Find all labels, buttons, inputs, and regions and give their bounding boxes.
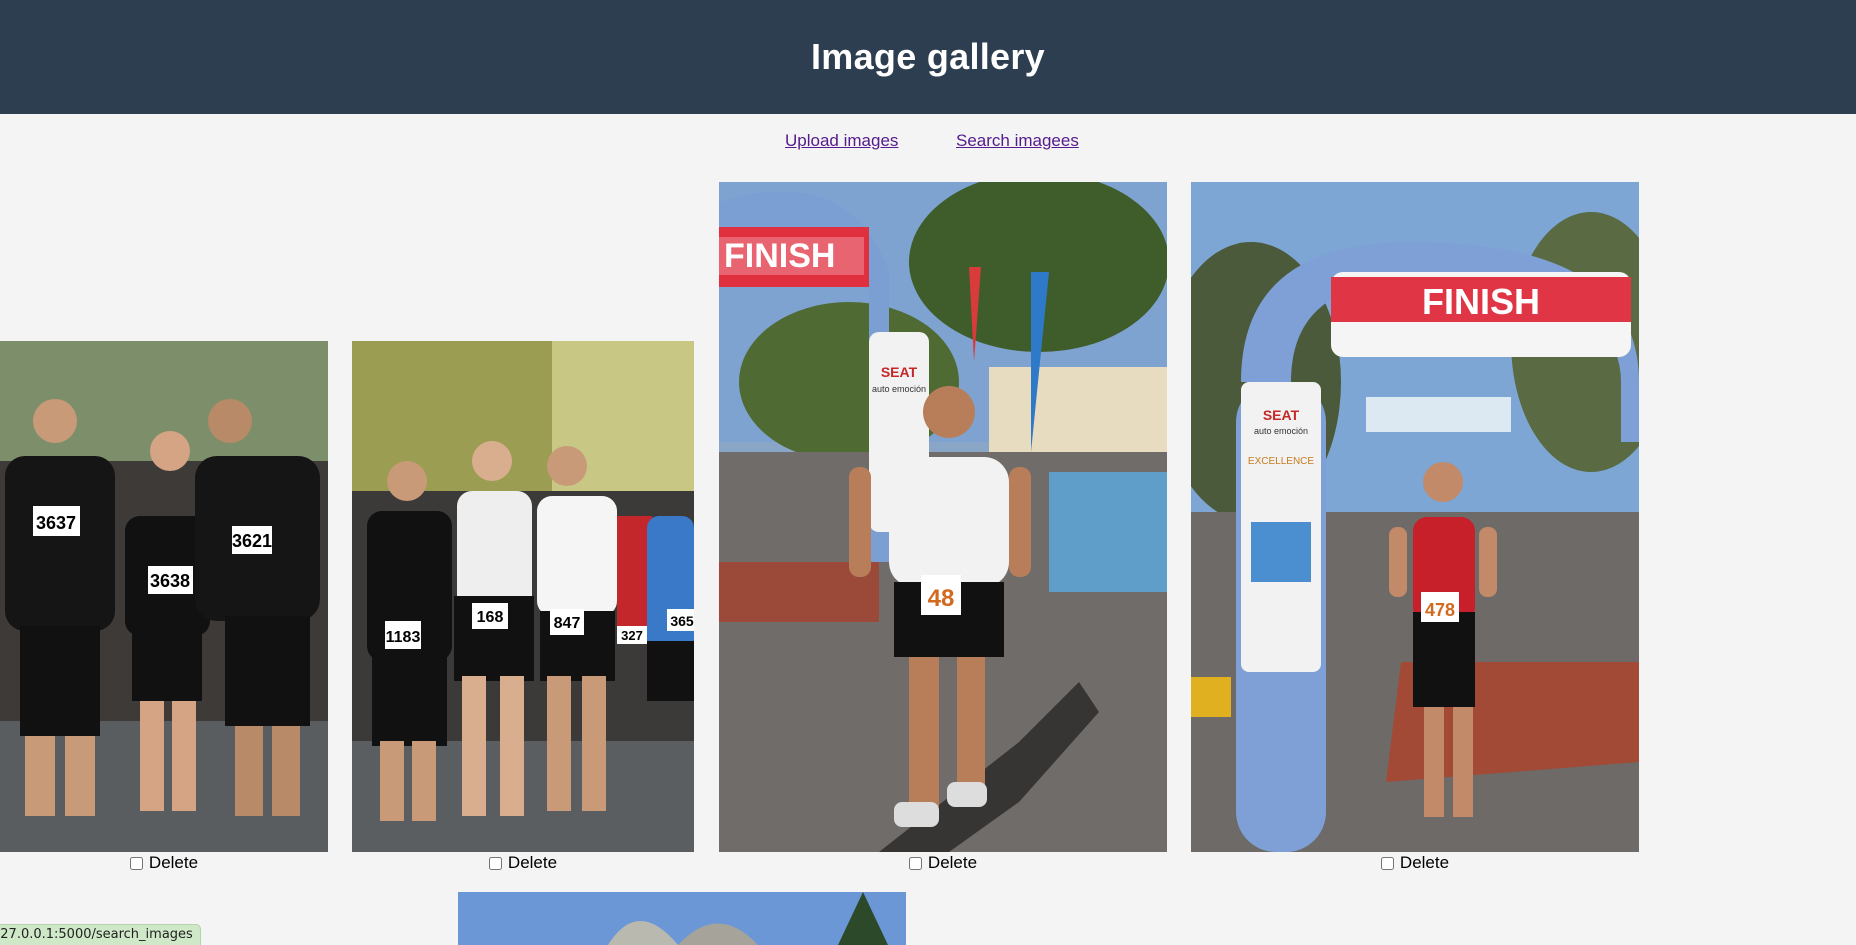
bib-number: 3621: [232, 531, 272, 551]
gallery-image[interactable]: FINISH SEAT auto emoción EXCELLENCE 478: [1191, 182, 1639, 852]
delete-row: Delete: [352, 851, 694, 875]
delete-label: Delete: [148, 853, 199, 872]
status-url: 127.0.0.1:5000/search_images: [0, 927, 193, 942]
sponsor-subtext: auto emoción: [1254, 426, 1308, 436]
delete-row: Delete: [719, 851, 1167, 875]
arch-text: FINISH: [1422, 281, 1540, 322]
bib-number: 478: [1425, 600, 1455, 620]
bib-number: 168: [477, 609, 504, 626]
gallery-image[interactable]: [458, 892, 906, 945]
bib-number: 48: [928, 585, 955, 612]
delete-checkbox[interactable]: [129, 856, 143, 870]
delete-label: Delete: [927, 853, 978, 872]
status-bar: 127.0.0.1:5000/search_images: [0, 924, 201, 945]
banner-text: EXCELLENCE: [1248, 456, 1314, 467]
bib-number: 847: [554, 615, 581, 632]
search-images-link[interactable]: Search imagees: [956, 131, 1079, 151]
bib-number: 3638: [150, 571, 190, 591]
bib-number: 1183: [386, 629, 421, 646]
page-title: Image gallery: [810, 36, 1045, 77]
sponsor-text: SEAT: [881, 364, 918, 380]
page-header: Image gallery: [0, 0, 1856, 114]
delete-checkbox[interactable]: [908, 856, 922, 870]
delete-label: Delete: [1399, 853, 1450, 872]
delete-label: Delete: [507, 853, 558, 872]
gallery-image[interactable]: 3637 3638 3621: [0, 341, 328, 852]
gallery-image[interactable]: 1183 168 847 327 365: [352, 341, 694, 852]
gallery-image[interactable]: FINISH SEAT auto emoción 48: [719, 182, 1167, 852]
delete-checkbox[interactable]: [488, 856, 502, 870]
delete-checkbox[interactable]: [1380, 856, 1394, 870]
top-nav: Upload images Search imagees: [0, 131, 1856, 155]
bib-number: 365: [670, 613, 694, 629]
delete-row: Delete: [1191, 851, 1639, 875]
sponsor-text: SEAT: [1263, 407, 1300, 423]
bib-number: 327: [621, 628, 643, 643]
arch-text: FINISH: [724, 237, 835, 275]
delete-row: Delete: [0, 851, 328, 875]
upload-images-link[interactable]: Upload images: [785, 131, 898, 151]
sponsor-subtext: auto emoción: [872, 384, 926, 394]
bib-number: 3637: [36, 513, 76, 533]
